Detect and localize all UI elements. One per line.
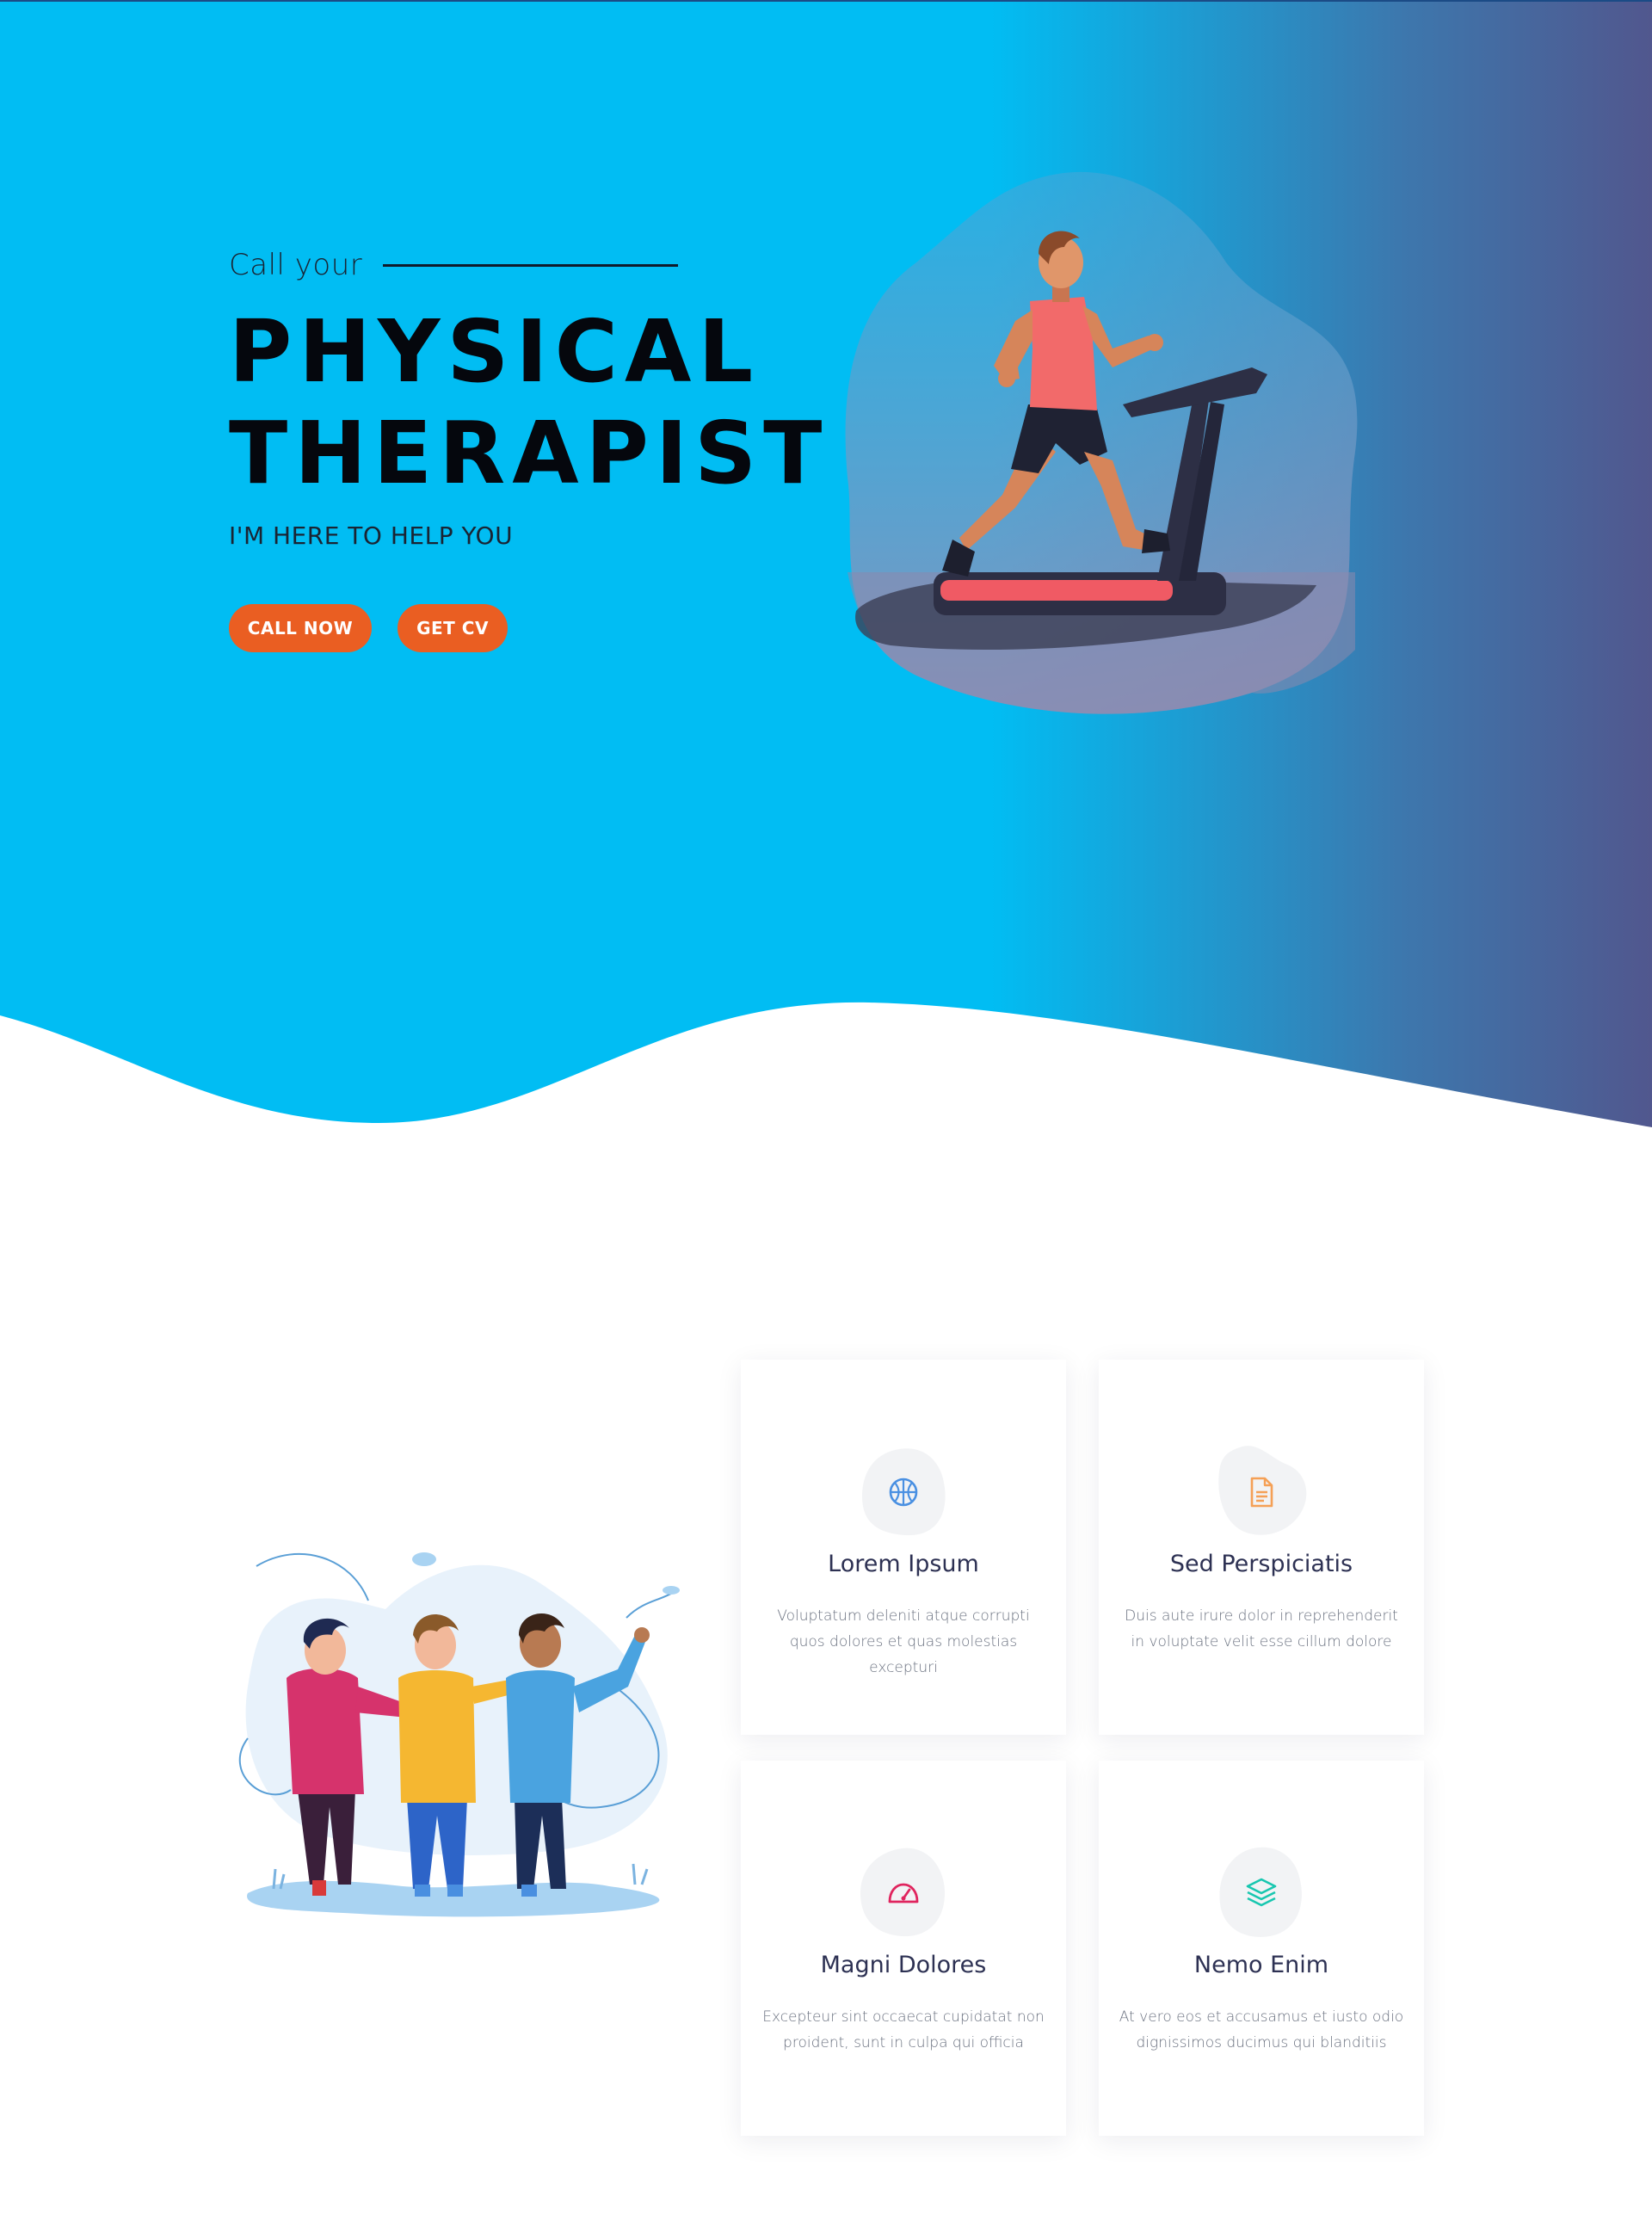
top-border [0,0,1652,2]
hero-title-line2: THERAPIST [229,403,829,503]
card-icon-container [1210,1441,1313,1544]
eyebrow-divider [383,264,678,267]
card-title: Nemo Enim [1193,1952,1329,1978]
hero-title: PHYSICAL THERAPIST [229,301,829,504]
hero-wave-divider [0,1002,1652,1136]
card-title: Lorem Ipsum [828,1551,979,1577]
runner-treadmill-illustration [845,171,1358,714]
hero-section: Call your PHYSICAL THERAPIST I'M HERE TO… [0,0,1652,1136]
feature-card-nemo-enim: Nemo Enim At vero eos et accusamus et iu… [1099,1761,1424,2136]
layers-icon [1246,1878,1277,1907]
basketball-icon [889,1478,918,1507]
call-now-button[interactable]: CALL NOW [229,604,372,652]
document-icon [1250,1477,1273,1508]
card-icon-container [852,1441,955,1544]
speedometer-icon [888,1883,919,1903]
card-icon-container [852,1842,955,1945]
card-title: Magni Dolores [820,1952,987,1978]
card-description: At vero eos et accusamus et iusto odio d… [1119,2008,1404,2051]
friends-illustration [238,1552,680,1917]
feature-card-sed-perspiciatis: Sed Perspiciatis Duis aute irure dolor i… [1099,1360,1424,1735]
hero-background [0,0,1652,1136]
hero-eyebrow: Call your [229,248,363,282]
card-title: Sed Perspiciatis [1169,1551,1353,1577]
card-icon-container [1210,1842,1313,1945]
feature-card-lorem-ipsum: Lorem Ipsum Voluptatum deleniti atque co… [741,1360,1066,1735]
get-cv-button[interactable]: GET CV [398,604,508,652]
hero-subtitle: I'M HERE TO HELP YOU [229,521,514,550]
card-description: Voluptatum deleniti atque corrupti quos … [777,1607,1030,1676]
card-description: Duis aute irure dolor in reprehenderit i… [1125,1607,1398,1650]
feature-card-magni-dolores: Magni Dolores Excepteur sint occaecat cu… [741,1761,1066,2136]
card-description: Excepteur sint occaecat cupidatat non pr… [762,2008,1045,2051]
hero-title-line1: PHYSICAL [229,301,761,402]
